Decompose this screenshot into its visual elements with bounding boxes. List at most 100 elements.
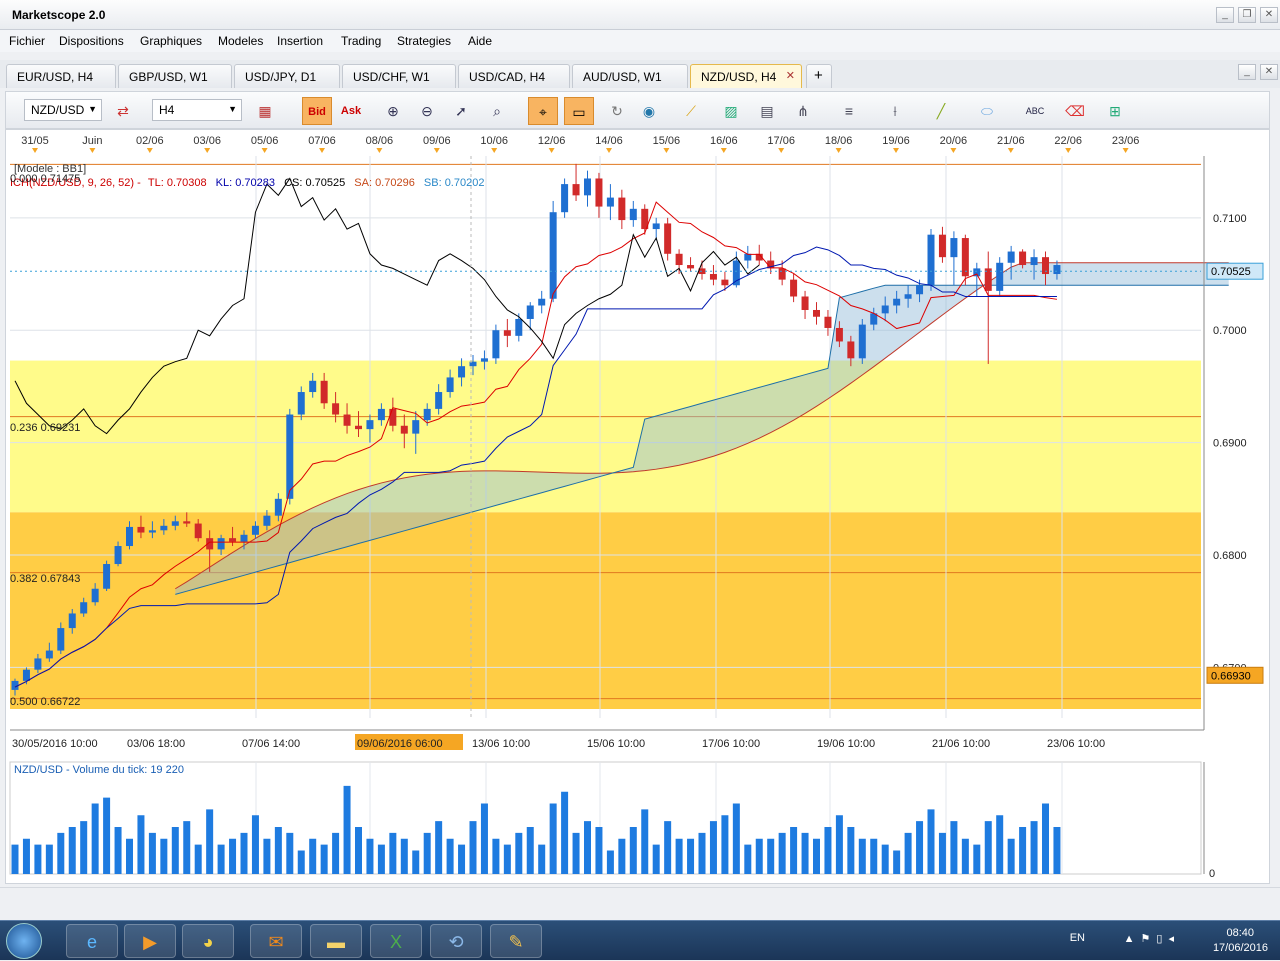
chart-panel[interactable]: 31/05 Juin 02/06 03/06 05/06 07/06 08/06 09/06 1… [5,129,1270,884]
explorer-icon[interactable]: ▬ [310,924,362,958]
chart-minimize-button[interactable]: _ [1238,64,1256,80]
candle-body [400,425,408,434]
tray-icons[interactable]: ▲⚑▯◂ [1124,932,1180,945]
candle-body [664,223,672,254]
current-price-label: 0.70525 [1211,266,1251,278]
outlook-icon[interactable]: ✉ [250,924,302,958]
menu-modeles[interactable]: Modeles [218,34,263,48]
top-date-label: 12/06 [538,135,566,147]
language-indicator[interactable]: EN [1070,932,1085,944]
lines-icon[interactable]: ≡ [834,97,864,125]
date-marker-icon [319,148,325,153]
symbol-select[interactable]: NZD/USD ▼ [24,99,102,121]
price-tick-label: 0.7100 [1213,213,1247,225]
volume-bar [1053,827,1061,874]
price-chart[interactable]: 31/05 Juin 02/06 03/06 05/06 07/06 08/06 09/06 1… [6,130,1271,885]
tab-usdchf[interactable]: USD/CHF, W1 [342,64,456,88]
tab-gbpusd[interactable]: GBP/USD, W1 [118,64,232,88]
volume-bar [343,785,351,874]
close-tab-icon[interactable]: ✕ [786,69,795,82]
top-date-label: 05/06 [251,135,279,147]
menu-dispositions[interactable]: Dispositions [59,34,124,48]
close-button[interactable]: ✕ [1260,7,1278,23]
date-marker-icon [89,148,96,153]
tab-audusd[interactable]: AUD/USD, W1 [572,64,688,88]
candle-body [515,318,523,336]
refresh-icon[interactable]: ↻ [602,97,632,125]
paint-icon[interactable]: ✎ [490,924,542,958]
menu-trading[interactable]: Trading [341,34,381,48]
volume-bar [984,821,992,874]
tab-label: AUD/USD, W1 [583,70,662,84]
minimize-button[interactable]: _ [1216,7,1234,23]
ich-kl: KL: 0.70283 [215,177,275,189]
fan-icon[interactable]: ⟊ [880,97,910,125]
menu-strategies[interactable]: Strategies [397,34,451,48]
top-date-label: 02/06 [136,135,164,147]
candle-body [160,525,168,531]
eraser-icon[interactable]: ⌫ [1060,97,1090,125]
maximize-button[interactable]: ❐ [1238,7,1256,23]
chart-type-icon[interactable]: ▦ [250,97,280,125]
ellipse-icon[interactable]: ⬭ [972,97,1002,125]
tab-eurusd[interactable]: EUR/USD, H4 [6,64,116,88]
date-marker-icon [950,148,957,153]
status-area [0,887,1280,919]
data-box-icon[interactable]: ▭ [564,97,594,125]
add-tab-button[interactable]: + [806,64,832,88]
volume-bar [126,838,133,874]
clock-date[interactable]: 17/06/2016 [1213,942,1268,954]
magnifier-icon[interactable]: ⌕ [482,97,512,125]
start-button[interactable] [6,923,42,959]
clock-time[interactable]: 08:40 [1226,927,1254,939]
volume-bar [1007,838,1015,874]
excel-icon[interactable]: X [370,924,422,958]
ask-button[interactable]: Ask [336,97,366,125]
candle-body [377,408,385,421]
volume-bar [251,815,259,874]
timeframe-select[interactable]: H4 ▼ [152,99,242,121]
candle-body [687,265,695,269]
media-player-icon[interactable]: ▶ [124,924,176,958]
ie-icon[interactable]: e [66,924,118,958]
bid-button[interactable]: Bid [302,97,332,125]
chart-close-button[interactable]: ✕ [1260,64,1278,80]
menu-aide[interactable]: Aide [468,34,492,48]
marketscope-icon[interactable]: ⟲ [430,924,482,958]
menu-insertion[interactable]: Insertion [277,34,323,48]
crosshair-icon[interactable]: ⌖ [528,97,558,125]
candle-body [606,197,614,207]
menu-fichier[interactable]: Fichier [9,34,45,48]
time-axis-label: 23/06 10:00 [1047,738,1105,750]
volume-bar [171,827,179,874]
candle-body [183,521,191,524]
chrome-icon[interactable]: ◕ [182,924,234,958]
volume-bar [698,832,706,874]
zoom-in-icon[interactable]: ⊕ [378,97,408,125]
date-marker-icon [548,148,555,153]
tab-usdjpy[interactable]: USD/JPY, D1 [234,64,340,88]
candle-body [332,403,340,415]
candle-body [355,425,362,430]
tab-usdcad[interactable]: USD/CAD, H4 [458,64,570,88]
zoom-out-icon[interactable]: ⊖ [412,97,442,125]
volume-bar [114,827,122,874]
menu-graphiques[interactable]: Graphiques [140,34,202,48]
hierarchy-icon[interactable]: ⊞ [1100,97,1130,125]
pitchfork-icon[interactable]: ⋔ [788,97,818,125]
date-marker-icon [261,148,268,153]
time-axis-label: 30/05/2016 10:00 [12,738,98,750]
menu-bar: Fichier Dispositions Graphiques Modeles … [0,30,1280,52]
tab-nzdusd[interactable]: NZD/USD, H4 ✕ [690,64,802,88]
time-axis-label: 09/06/2016 06:00 [357,738,443,750]
trendline-icon[interactable]: ╱ [926,97,956,125]
candle-body [68,613,76,629]
picture-icon[interactable]: ▨ [716,97,746,125]
exchange-icon[interactable]: ⇄ [108,97,138,125]
ruler-icon[interactable]: ⟋ [676,97,706,125]
globe-icon[interactable]: ◉ [634,97,664,125]
properties-icon[interactable]: ▤ [752,97,782,125]
volume-bar [480,803,488,874]
text-tool-icon[interactable]: ABC [1020,97,1050,125]
cursor-icon[interactable]: ➚ [446,97,476,125]
